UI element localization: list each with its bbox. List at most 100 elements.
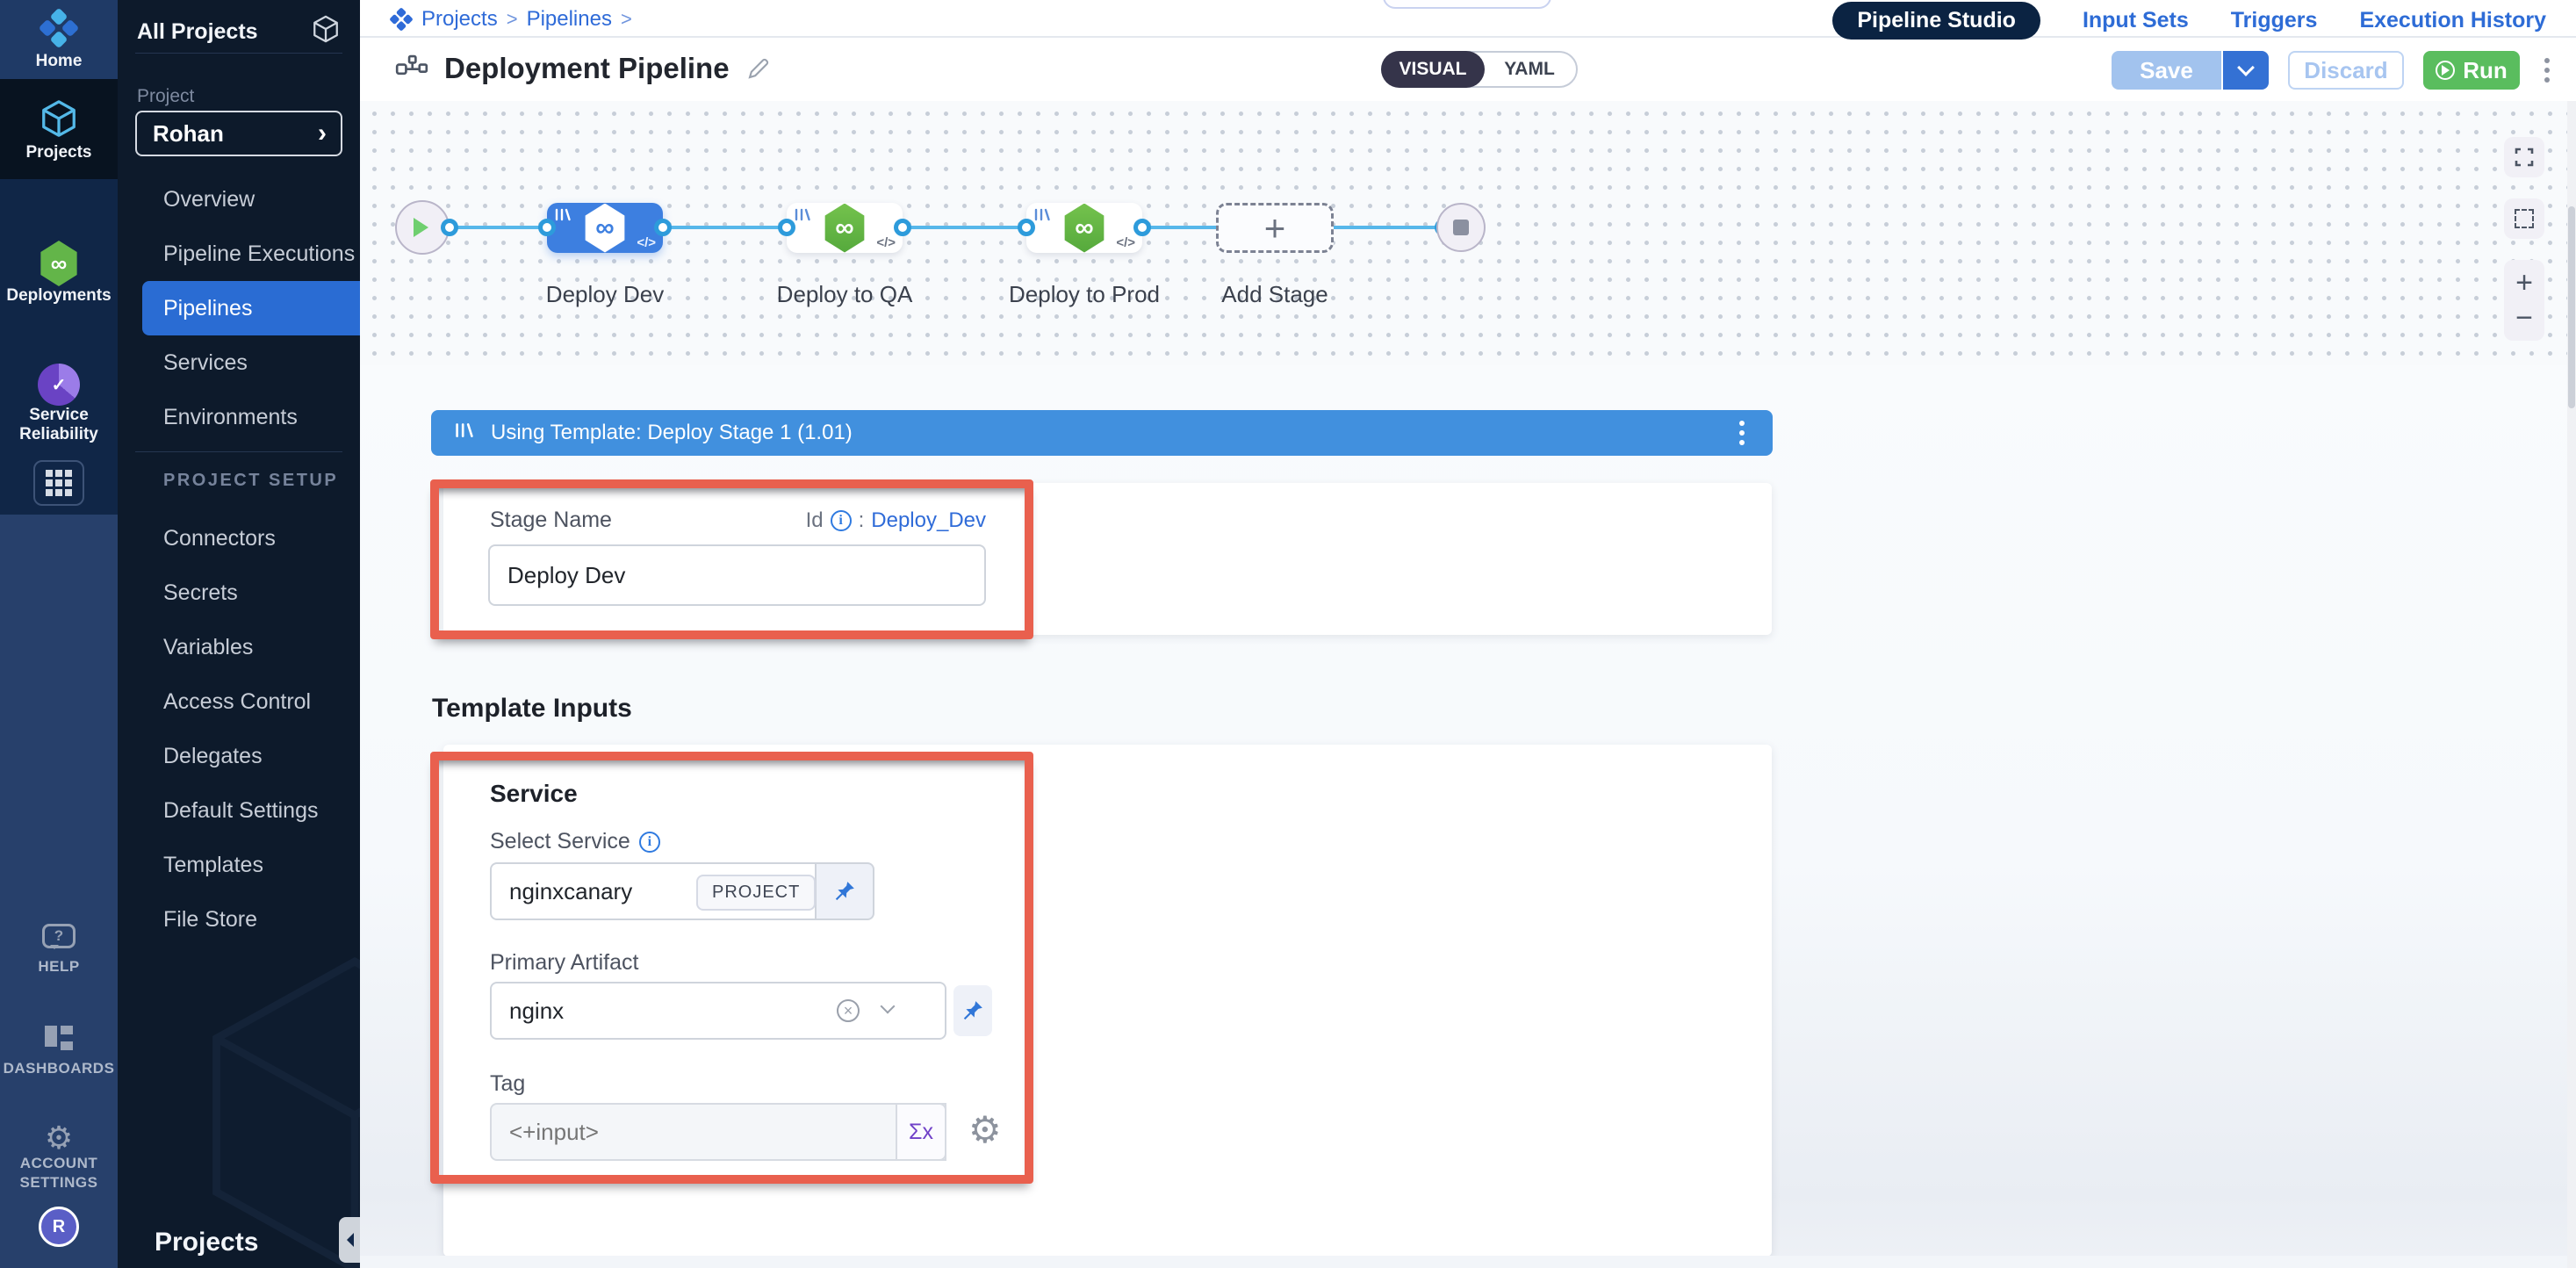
- scrollbar-thumb[interactable]: [2568, 206, 2575, 408]
- sidebar-item-connectors[interactable]: Connectors: [118, 511, 360, 566]
- sidebar-item-pipelines[interactable]: Pipelines: [142, 281, 360, 335]
- sidebar-item-variables[interactable]: Variables: [118, 620, 360, 674]
- cube-icon: [39, 127, 79, 142]
- sidebar-item-overview[interactable]: Overview: [118, 172, 360, 227]
- service-inputs-card: Service Select Service i PROJECT Primary…: [443, 745, 1772, 1257]
- rail-item-dashboards[interactable]: DASHBOARDS: [0, 1026, 118, 1078]
- connector-dot: [1018, 219, 1035, 236]
- stage-id-value[interactable]: Deploy_Dev: [871, 508, 986, 533]
- primary-artifact-input[interactable]: [490, 982, 946, 1040]
- sidebar-item-pipeline-executions[interactable]: Pipeline Executions: [118, 227, 360, 281]
- bottom-strip: [360, 1256, 2576, 1268]
- dashboards-icon: [45, 1026, 73, 1050]
- tab-execution-history[interactable]: Execution History: [2359, 8, 2546, 33]
- sidebar-item-access-control[interactable]: Access Control: [118, 674, 360, 729]
- chevron-down-icon: [2237, 59, 2255, 76]
- user-avatar[interactable]: R: [39, 1207, 79, 1247]
- edit-pencil-icon[interactable]: [745, 55, 772, 82]
- expression-input-button[interactable]: Σx: [896, 1103, 946, 1161]
- tag-settings-gear-icon[interactable]: ⚙: [968, 1112, 1002, 1149]
- connector-dot: [654, 219, 672, 236]
- stage-node-deploy-to-qa[interactable]: ∞ </>: [787, 203, 903, 253]
- project-label: Project: [137, 86, 194, 107]
- sidebar-item-file-store[interactable]: File Store: [118, 892, 360, 947]
- scrollbar-track[interactable]: [2567, 101, 2576, 1268]
- rail-item-service-reliability[interactable]: ✓ Service Reliability: [0, 364, 118, 444]
- run-button[interactable]: Run: [2423, 51, 2520, 90]
- pipeline-canvas[interactable]: ∞ </> ∞ </> ∞ </> + Depl: [360, 101, 2576, 365]
- stage-node-deploy-to-prod[interactable]: ∞ </>: [1026, 203, 1142, 253]
- cube-watermark: [170, 931, 360, 1268]
- top-center-notch[interactable]: [1383, 0, 1551, 9]
- zoom-in-button[interactable]: +: [2515, 265, 2533, 300]
- banner-text: Using Template: Deploy Stage 1 (1.01): [491, 421, 853, 445]
- tab-input-sets[interactable]: Input Sets: [2083, 8, 2189, 33]
- rail-item-account-settings[interactable]: ⚙ ACCOUNT SETTINGS: [0, 1122, 118, 1192]
- play-circle-icon: [2436, 61, 2455, 80]
- rail-sr-label1: Service: [0, 406, 118, 425]
- collapse-arrow-icon: [340, 1233, 354, 1247]
- info-icon[interactable]: i: [831, 510, 852, 531]
- add-stage-button[interactable]: +: [1216, 203, 1334, 253]
- sidebar-item-templates[interactable]: Templates: [118, 838, 360, 892]
- project-selector[interactable]: Rohan ›: [135, 111, 342, 156]
- fit-screen-icon: [2514, 147, 2535, 168]
- save-dropdown-button[interactable]: [2223, 51, 2269, 90]
- rail-dashboards-label: DASHBOARDS: [0, 1059, 118, 1078]
- project-setup-label: PROJECT SETUP: [163, 471, 338, 491]
- pipeline-graph-icon: [395, 54, 428, 83]
- breadcrumb-pipelines[interactable]: Pipelines: [527, 7, 612, 32]
- template-icon: [1033, 208, 1051, 226]
- toggle-yaml[interactable]: YAML: [1483, 53, 1576, 86]
- tab-pipeline-studio[interactable]: Pipeline Studio: [1832, 2, 2040, 40]
- sidebar-item-secrets[interactable]: Secrets: [118, 566, 360, 620]
- stage-label-deploy-to-qa: Deploy to QA: [748, 281, 941, 308]
- header-kebab-menu[interactable]: [2539, 53, 2555, 88]
- rail-home-label: Home: [0, 52, 118, 71]
- rail-item-help[interactable]: ? HELP: [0, 924, 118, 976]
- pipeline-end-node: [1436, 203, 1486, 252]
- tab-triggers[interactable]: Triggers: [2231, 8, 2318, 33]
- rail-item-projects[interactable]: Projects: [0, 98, 118, 162]
- template-inputs-heading: Template Inputs: [432, 694, 632, 724]
- connector-dot: [1133, 219, 1151, 236]
- gear-icon: ⚙: [45, 1120, 73, 1156]
- sidebar-item-services[interactable]: Services: [118, 335, 360, 390]
- module-switcher-button[interactable]: [33, 460, 84, 506]
- template-icon: [554, 208, 572, 226]
- discard-button[interactable]: Discard: [2288, 51, 2404, 90]
- zoom-out-button[interactable]: −: [2515, 300, 2533, 335]
- chevron-right-icon: ›: [318, 119, 327, 148]
- stage-node-deploy-dev[interactable]: ∞ </>: [547, 203, 663, 253]
- rail-account-label1: ACCOUNT: [0, 1154, 118, 1173]
- rail-item-home[interactable]: Home: [0, 9, 118, 71]
- cd-stage-icon: ∞: [1061, 204, 1107, 253]
- stage-name-input[interactable]: [488, 544, 986, 606]
- project-sidebar: All Projects Project Rohan › Overview Pi…: [118, 0, 360, 1268]
- rail-sr-label2: Reliability: [0, 425, 118, 444]
- toggle-visual[interactable]: VISUAL: [1381, 51, 1485, 88]
- sidebar-item-delegates[interactable]: Delegates: [118, 729, 360, 783]
- help-chat-icon: ?: [42, 924, 76, 948]
- code-glyph-icon: </>: [1116, 235, 1135, 250]
- sidebar-item-environments[interactable]: Environments: [118, 390, 360, 444]
- banner-kebab-menu[interactable]: [1734, 415, 1750, 450]
- canvas-fit-button[interactable]: [2504, 137, 2544, 177]
- using-template-banner[interactable]: Using Template: Deploy Stage 1 (1.01): [431, 410, 1773, 456]
- breadcrumb-projects[interactable]: Projects: [421, 7, 498, 32]
- tag-input[interactable]: [490, 1103, 946, 1161]
- artifact-pin-button[interactable]: [953, 985, 992, 1036]
- save-button[interactable]: Save: [2112, 51, 2223, 90]
- info-icon[interactable]: i: [639, 832, 660, 853]
- canvas-select-button[interactable]: [2504, 198, 2544, 239]
- sidebar-collapse-handle[interactable]: [339, 1217, 360, 1263]
- all-projects-label[interactable]: All Projects: [137, 19, 258, 45]
- clear-selection-icon[interactable]: ×: [837, 999, 860, 1022]
- service-pin-button[interactable]: [817, 862, 874, 920]
- select-service-label: Select Service: [490, 829, 630, 854]
- stop-icon: [1453, 220, 1469, 235]
- rail-item-deployments[interactable]: ∞ Deployments: [0, 241, 118, 306]
- project-selector-value: Rohan: [153, 120, 224, 148]
- sidebar-item-default-settings[interactable]: Default Settings: [118, 783, 360, 838]
- id-label: Id: [806, 508, 824, 533]
